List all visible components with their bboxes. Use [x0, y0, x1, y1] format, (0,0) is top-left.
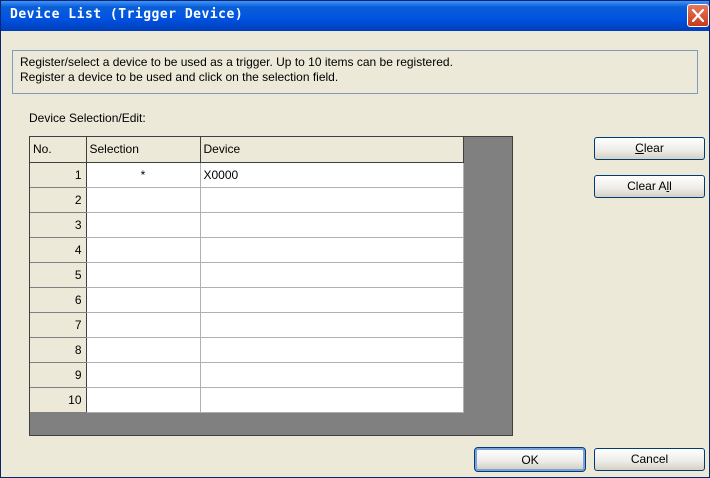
device-table: No. Selection Device 1 * X0000 2 3 4 5 6 7 8 9 10: [30, 137, 464, 413]
selection-cell[interactable]: *: [86, 162, 201, 188]
device-cell[interactable]: [200, 387, 464, 413]
clear-all-label-a: Clear A: [627, 179, 667, 193]
selection-cell[interactable]: [86, 362, 201, 388]
column-header-selection: Selection: [86, 137, 201, 163]
table-row[interactable]: 5: [30, 262, 464, 288]
row-number-cell: 3: [30, 212, 87, 238]
device-cell[interactable]: X0000: [200, 162, 464, 188]
section-label: Device Selection/Edit:: [29, 111, 146, 125]
row-number-cell: 10: [30, 387, 87, 413]
device-cell[interactable]: [200, 237, 464, 263]
selection-cell[interactable]: [86, 237, 201, 263]
column-header-no: No.: [30, 137, 87, 163]
device-cell[interactable]: [200, 187, 464, 213]
row-number-cell: 7: [30, 312, 87, 338]
device-cell[interactable]: [200, 337, 464, 363]
row-number-cell: 8: [30, 337, 87, 363]
device-cell[interactable]: [200, 287, 464, 313]
row-number-cell: 9: [30, 362, 87, 388]
row-number-cell: 5: [30, 262, 87, 288]
device-cell[interactable]: [200, 312, 464, 338]
instruction-box: Register/select a device to be used as a…: [12, 50, 698, 94]
column-header-device: Device: [200, 137, 464, 163]
table-row[interactable]: 9: [30, 362, 464, 388]
selection-cell[interactable]: [86, 287, 201, 313]
window-title: Device List (Trigger Device): [10, 7, 244, 22]
table-row[interactable]: 2: [30, 187, 464, 213]
table-row[interactable]: 10: [30, 387, 464, 413]
clear-all-label-b: l: [669, 179, 672, 193]
clear-all-button[interactable]: Clear All: [594, 175, 705, 198]
instruction-line-1: Register/select a device to be used as a…: [20, 55, 453, 69]
row-number-cell: 1: [30, 162, 87, 188]
clear-button[interactable]: Clear: [594, 137, 705, 160]
close-icon: [692, 9, 704, 22]
table-row[interactable]: 4: [30, 237, 464, 263]
row-number-cell: 2: [30, 187, 87, 213]
table-row[interactable]: 7: [30, 312, 464, 338]
device-list-dialog: Device List (Trigger Device) Register/se…: [0, 0, 710, 478]
selection-cell[interactable]: [86, 212, 201, 238]
selection-cell[interactable]: [86, 262, 201, 288]
title-bar[interactable]: Device List (Trigger Device): [1, 1, 709, 31]
table-row[interactable]: 6: [30, 287, 464, 313]
table-row[interactable]: 1 * X0000: [30, 162, 464, 188]
clear-label-b: lear: [643, 141, 664, 155]
device-cell[interactable]: [200, 362, 464, 388]
device-cell[interactable]: [200, 212, 464, 238]
header-row: No. Selection Device: [30, 137, 464, 163]
row-number-cell: 6: [30, 287, 87, 313]
clear-accel: C: [635, 141, 644, 155]
table-row[interactable]: 3: [30, 212, 464, 238]
table-row[interactable]: 8: [30, 337, 464, 363]
instruction-line-2: Register a device to be used and click o…: [20, 70, 339, 84]
device-grid[interactable]: No. Selection Device 1 * X0000 2 3 4 5 6 7 8 9 10: [29, 136, 513, 436]
selection-cell[interactable]: [86, 387, 201, 413]
device-cell[interactable]: [200, 262, 464, 288]
ok-button[interactable]: OK: [474, 447, 586, 472]
close-button[interactable]: [687, 4, 709, 27]
selection-cell[interactable]: [86, 312, 201, 338]
selection-cell[interactable]: [86, 187, 201, 213]
selection-cell[interactable]: [86, 337, 201, 363]
cancel-button[interactable]: Cancel: [594, 448, 705, 471]
row-number-cell: 4: [30, 237, 87, 263]
